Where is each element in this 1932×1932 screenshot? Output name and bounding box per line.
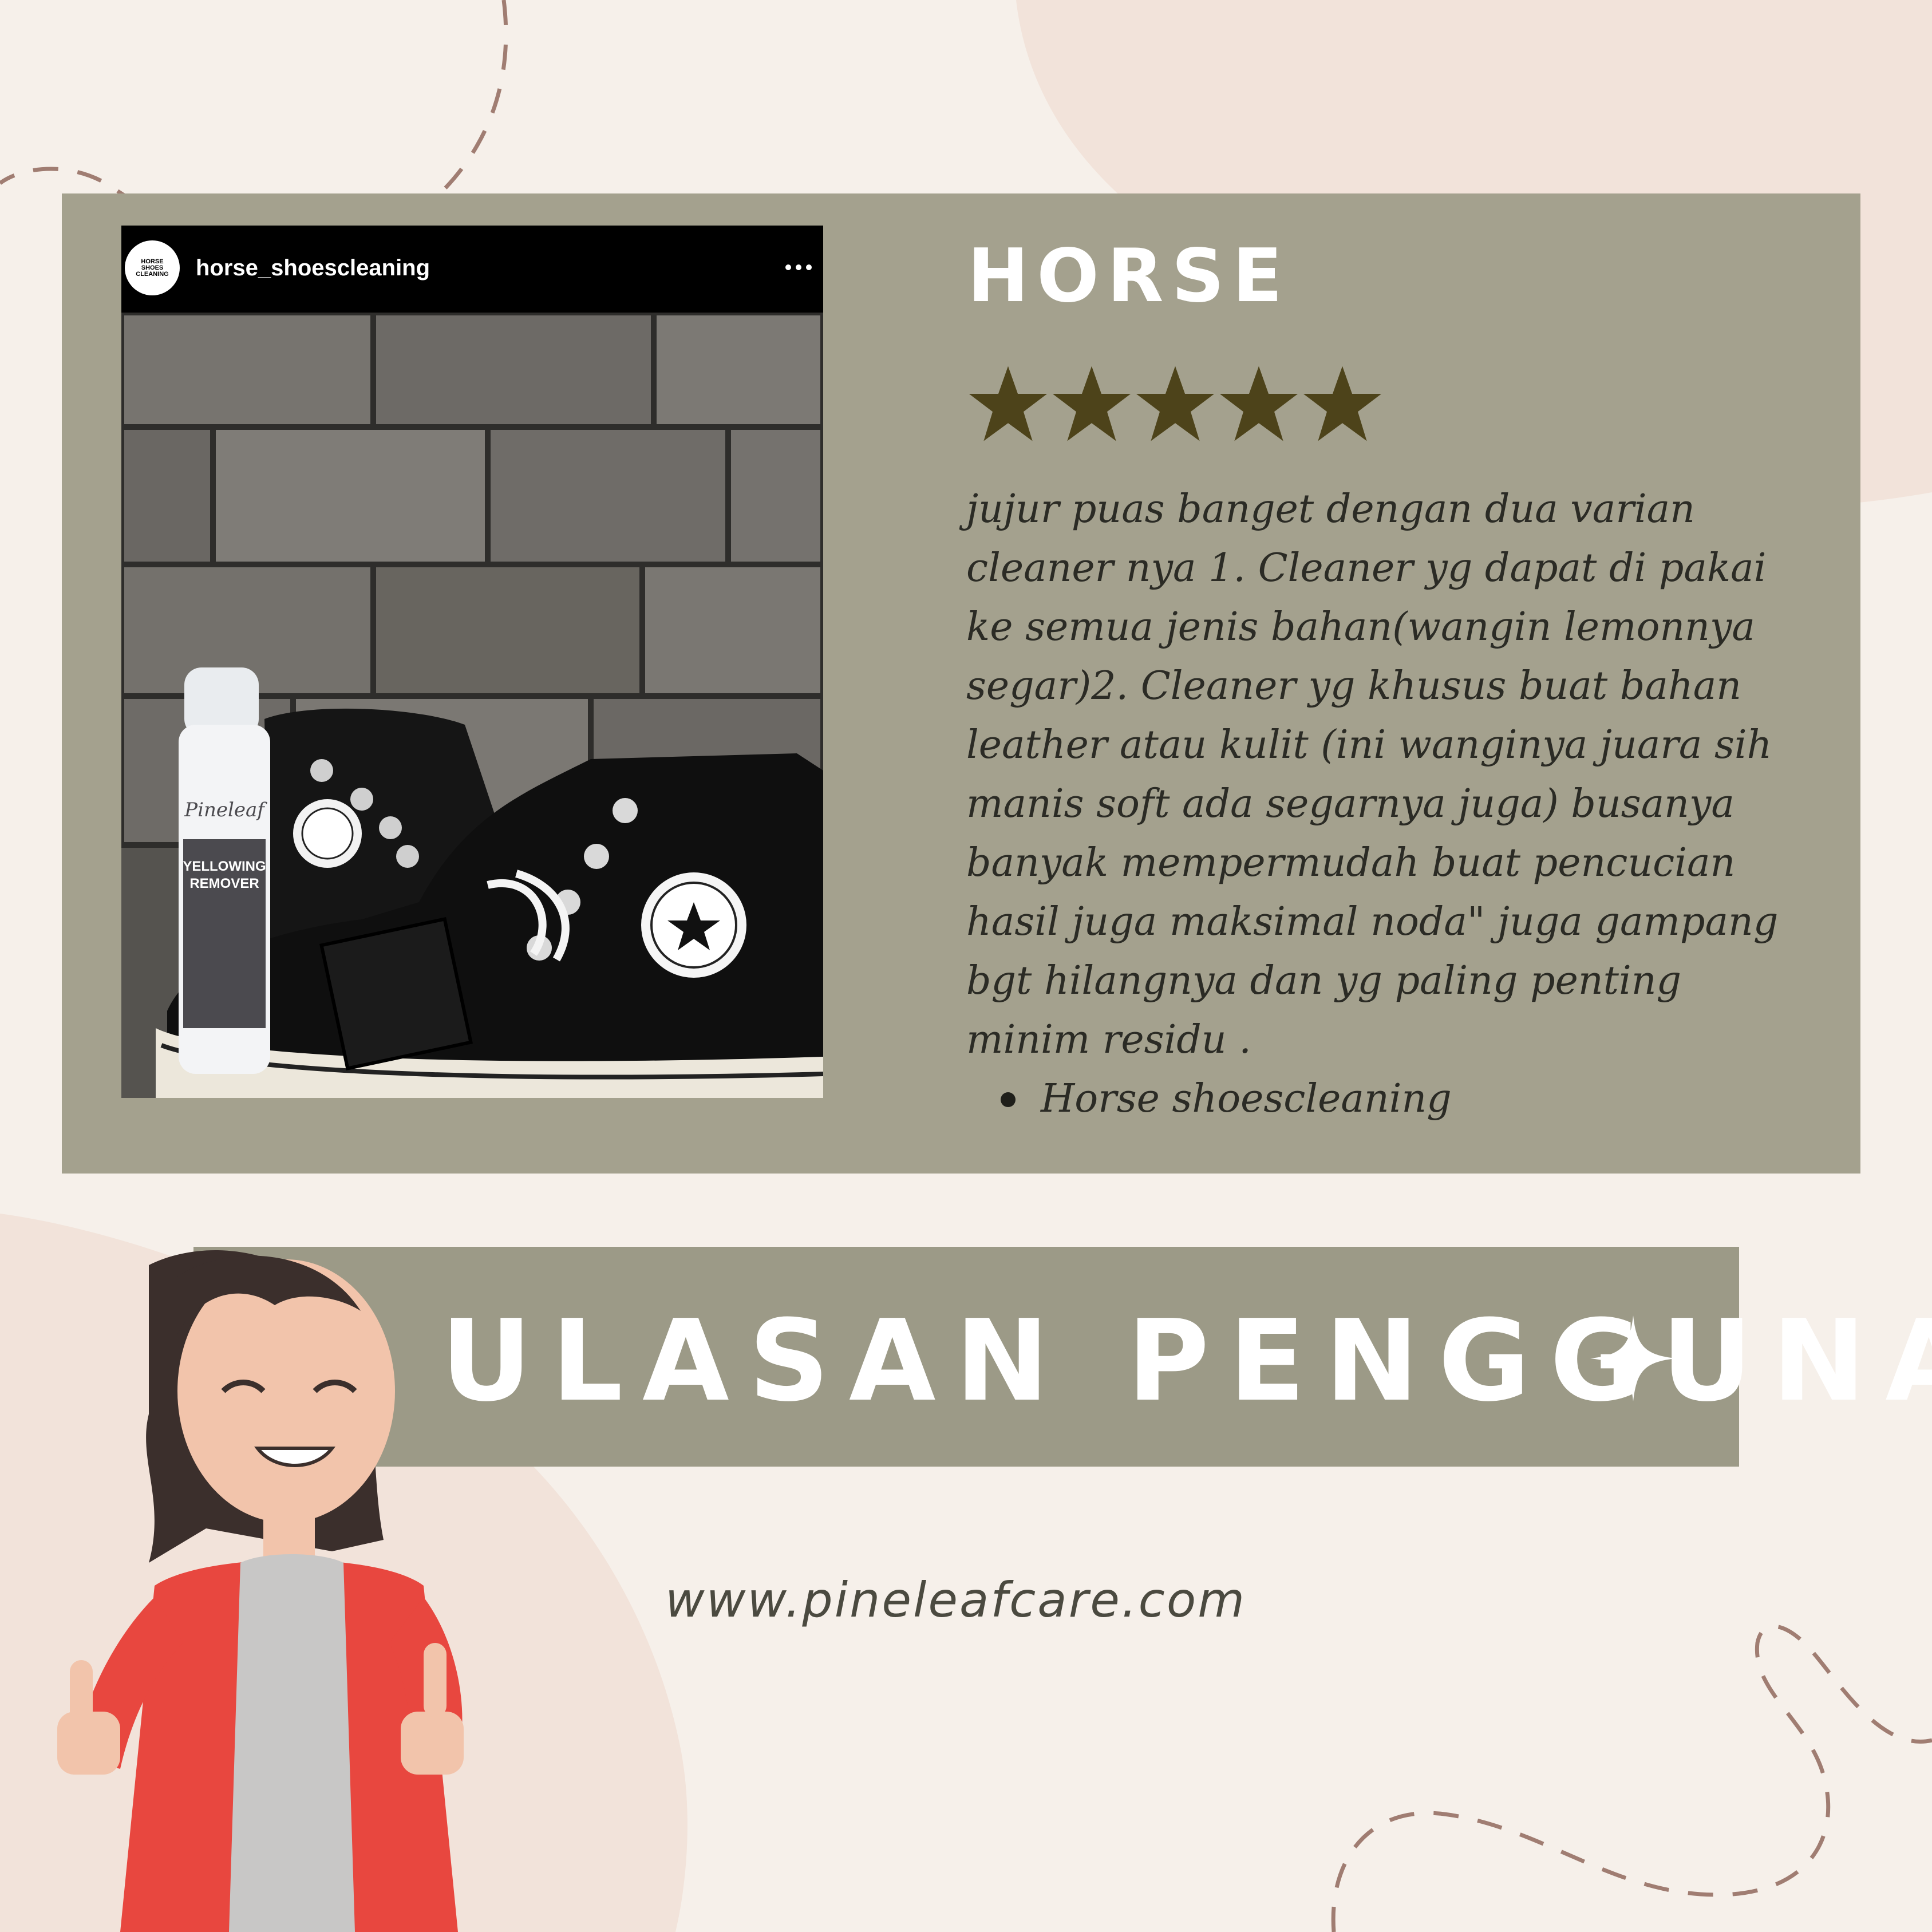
bullet-icon xyxy=(1001,1092,1016,1107)
dashed-line-bottom-right xyxy=(1331,1624,1932,1932)
review-list: Horse shoescleaning xyxy=(985,1069,1452,1128)
sparkle-icon xyxy=(1590,1315,1676,1401)
star-icon xyxy=(969,366,1048,441)
product-bottle: Pineleaf YELLOWING REMOVER xyxy=(179,667,270,1074)
post-header: HORSE SHOES CLEANING horse_shoescleaning xyxy=(121,226,823,313)
neck xyxy=(263,1506,315,1557)
post-username[interactable]: horse_shoescleaning xyxy=(196,252,430,284)
bottle-brand: Pineleaf xyxy=(184,799,267,821)
review-list-item: Horse shoescleaning xyxy=(985,1069,1452,1128)
review-brand-name: HORSE xyxy=(967,234,1291,319)
woman-thumbs-up-illustration xyxy=(57,1250,464,1932)
bottle-label-line2: YELLOWING xyxy=(183,859,266,874)
instagram-post[interactable]: HORSE SHOES CLEANING horse_shoescleaning xyxy=(121,226,823,1098)
star-icon xyxy=(1303,366,1382,441)
star-icon xyxy=(1136,366,1215,441)
review-list-item-text: Horse shoescleaning xyxy=(1041,1076,1452,1121)
star-icon xyxy=(1219,366,1298,441)
bottle-label-line3: REMOVER xyxy=(189,876,259,891)
star-rating xyxy=(967,363,1383,444)
website-link[interactable]: www.pineleafcare.com xyxy=(665,1568,1246,1631)
more-horizontal-icon[interactable] xyxy=(779,247,819,287)
post-photo: Pineleaf YELLOWING REMOVER xyxy=(121,313,823,1098)
avatar-logo-text: HORSE SHOES CLEANING xyxy=(136,258,169,278)
star-icon xyxy=(1052,366,1131,441)
banner-title: ULASAN PENGGUNA xyxy=(441,1296,1932,1427)
avatar[interactable]: HORSE SHOES CLEANING xyxy=(125,240,180,295)
shirt xyxy=(229,1554,355,1932)
review-text: jujur puas banget dengan dua varian clea… xyxy=(966,487,1779,1062)
review-card: HORSE SHOES CLEANING horse_shoescleaning xyxy=(62,193,1860,1174)
